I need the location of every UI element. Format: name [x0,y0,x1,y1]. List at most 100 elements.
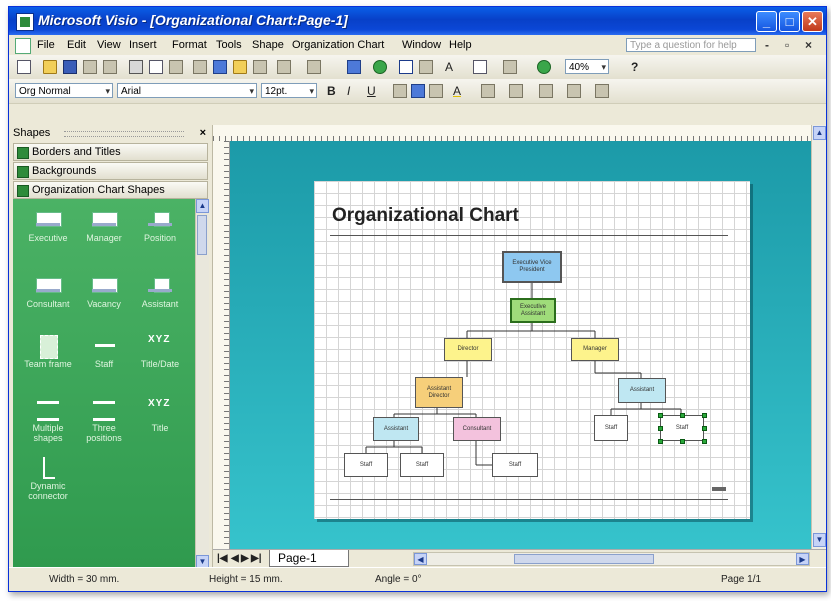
last-page-button[interactable]: ▶| [251,553,262,564]
zoom-combo[interactable]: 40% [565,59,609,75]
selection-handle[interactable] [657,412,663,418]
selection-handle[interactable] [701,438,707,444]
org-node-exec-asst[interactable]: Executive Assistant [510,298,556,323]
stencil-organization-chart-shapes[interactable]: Organization Chart Shapes [13,181,208,199]
stencil-shape-title-date[interactable]: Title/Date [131,335,189,369]
org-node-asst-2[interactable]: Assistant [618,378,666,403]
first-page-button[interactable]: |◀ [217,553,228,564]
menu-edit[interactable]: Edit [67,39,86,51]
org-node-director[interactable]: Director [444,338,492,361]
scroll-thumb[interactable] [197,215,207,255]
org-node-manager[interactable]: Manager [571,338,619,361]
org-node-staff-5[interactable]: Staff [660,415,704,441]
print-preview-icon[interactable] [149,60,163,74]
save-icon[interactable] [63,60,77,74]
document-icon[interactable] [15,38,31,54]
align-center-icon[interactable] [411,84,425,98]
line-color-icon[interactable] [481,84,495,98]
org-node-staff-4[interactable]: Staff [594,415,628,441]
stencil-shape-multiple-shapes[interactable]: Multiple shapes [19,399,77,443]
org-node-consultant[interactable]: Consultant [453,417,501,441]
stencil-shape-consultant[interactable]: Consultant [19,275,77,309]
next-page-button[interactable]: ▶ [241,553,249,564]
bold-button[interactable]: B [327,84,336,98]
doc-close-icon[interactable]: × [805,38,812,52]
help-icon[interactable]: ? [631,60,638,74]
vertical-scrollbar[interactable]: ▲ ▼ [811,125,826,549]
selection-handle[interactable] [679,438,685,444]
italic-button[interactable]: I [347,84,350,98]
shapes-close-icon[interactable]: × [200,125,206,141]
menu-shape[interactable]: Shape [252,39,284,51]
title-bar[interactable]: Microsoft Visio - [Organizational Chart:… [9,7,826,35]
align-left-icon[interactable] [393,84,407,98]
line-weight-icon[interactable] [539,84,553,98]
doc-restore-icon[interactable]: ▫ [785,38,789,52]
stencil-shape-manager[interactable]: Manager [75,209,133,243]
stencil-shape-staff[interactable]: Staff [75,335,133,369]
org-node-asst-dir[interactable]: Assistant Director [415,377,463,408]
line-tool-icon[interactable] [503,60,517,74]
font-combo[interactable]: Arial [117,83,257,99]
org-node-asst-1[interactable]: Assistant [373,417,419,441]
stamp-tool-icon[interactable] [537,60,551,74]
horizontal-scrollbar[interactable]: ◀ ▶ [413,552,810,566]
menu-organization-chart[interactable]: Organization Chart [292,39,384,51]
line-pattern-icon[interactable] [567,84,581,98]
underline-button[interactable]: U [367,84,376,98]
redo-icon[interactable] [307,60,321,74]
selection-handle[interactable] [701,412,707,418]
menu-insert[interactable]: Insert [129,39,157,51]
stencil-shape-three-positions[interactable]: Three positions [75,399,133,443]
stencil-borders-and-titles[interactable]: Borders and Titles [13,143,208,161]
selection-handle[interactable] [701,425,707,431]
menu-tools[interactable]: Tools [216,39,242,51]
print-icon[interactable] [129,60,143,74]
font-color-icon[interactable]: A [453,84,461,98]
connector-group-icon[interactable] [347,60,361,74]
copy-icon[interactable] [213,60,227,74]
pane-grip[interactable] [64,131,184,137]
org-node-exec[interactable]: Executive Vice President [502,251,562,283]
open-icon[interactable] [43,60,57,74]
scroll-down-icon[interactable]: ▼ [813,533,826,547]
tab-page-1[interactable]: Page-1 [269,550,349,567]
minimize-button[interactable]: _ [756,11,777,32]
connector-tool-icon[interactable] [419,60,433,74]
stencil-shape-executive[interactable]: Executive [19,209,77,243]
pointer-tool-icon[interactable] [399,60,413,74]
rectangle-tool-icon[interactable] [473,60,487,74]
selection-handle[interactable] [657,438,663,444]
drawing-canvas[interactable]: Organizational Chart Executive Vice Pres… [230,141,811,549]
scroll-right-icon[interactable]: ▶ [796,553,809,565]
stencil-shape-assistant[interactable]: Assistant [131,275,189,309]
format-painter-icon[interactable] [253,60,267,74]
stencil-shape-title[interactable]: Title [131,399,189,433]
menu-file[interactable]: File [37,39,55,51]
undo-icon[interactable] [277,60,291,74]
fill-color-icon[interactable] [509,84,523,98]
selection-handle[interactable] [679,412,685,418]
scroll-up-icon[interactable]: ▲ [813,126,826,140]
close-button[interactable]: ✕ [802,11,823,32]
scroll-left-icon[interactable]: ◀ [414,553,427,565]
scroll-up-icon[interactable]: ▲ [196,199,209,213]
maximize-button[interactable]: □ [779,11,800,32]
style-combo[interactable]: Org Normal [15,83,113,99]
align-right-icon[interactable] [429,84,443,98]
drawing-page[interactable]: Organizational Chart Executive Vice Pres… [314,181,750,519]
menu-help[interactable]: Help [449,39,472,51]
line-ends-icon[interactable] [595,84,609,98]
research-icon[interactable] [103,60,117,74]
size-combo[interactable]: 12pt. [261,83,317,99]
menu-format[interactable]: Format [172,39,207,51]
visio-app-icon[interactable] [16,13,34,31]
prev-page-button[interactable]: ◀ [231,553,239,564]
cut-icon[interactable] [193,60,207,74]
org-node-staff-3[interactable]: Staff [492,453,538,477]
spelling-icon[interactable] [169,60,183,74]
stencil-shape-dynamic-connector[interactable]: Dynamic connector [19,457,77,501]
org-node-staff-1[interactable]: Staff [344,453,388,477]
selection-handle[interactable] [657,425,663,431]
stencil-backgrounds[interactable]: Backgrounds [13,162,208,180]
